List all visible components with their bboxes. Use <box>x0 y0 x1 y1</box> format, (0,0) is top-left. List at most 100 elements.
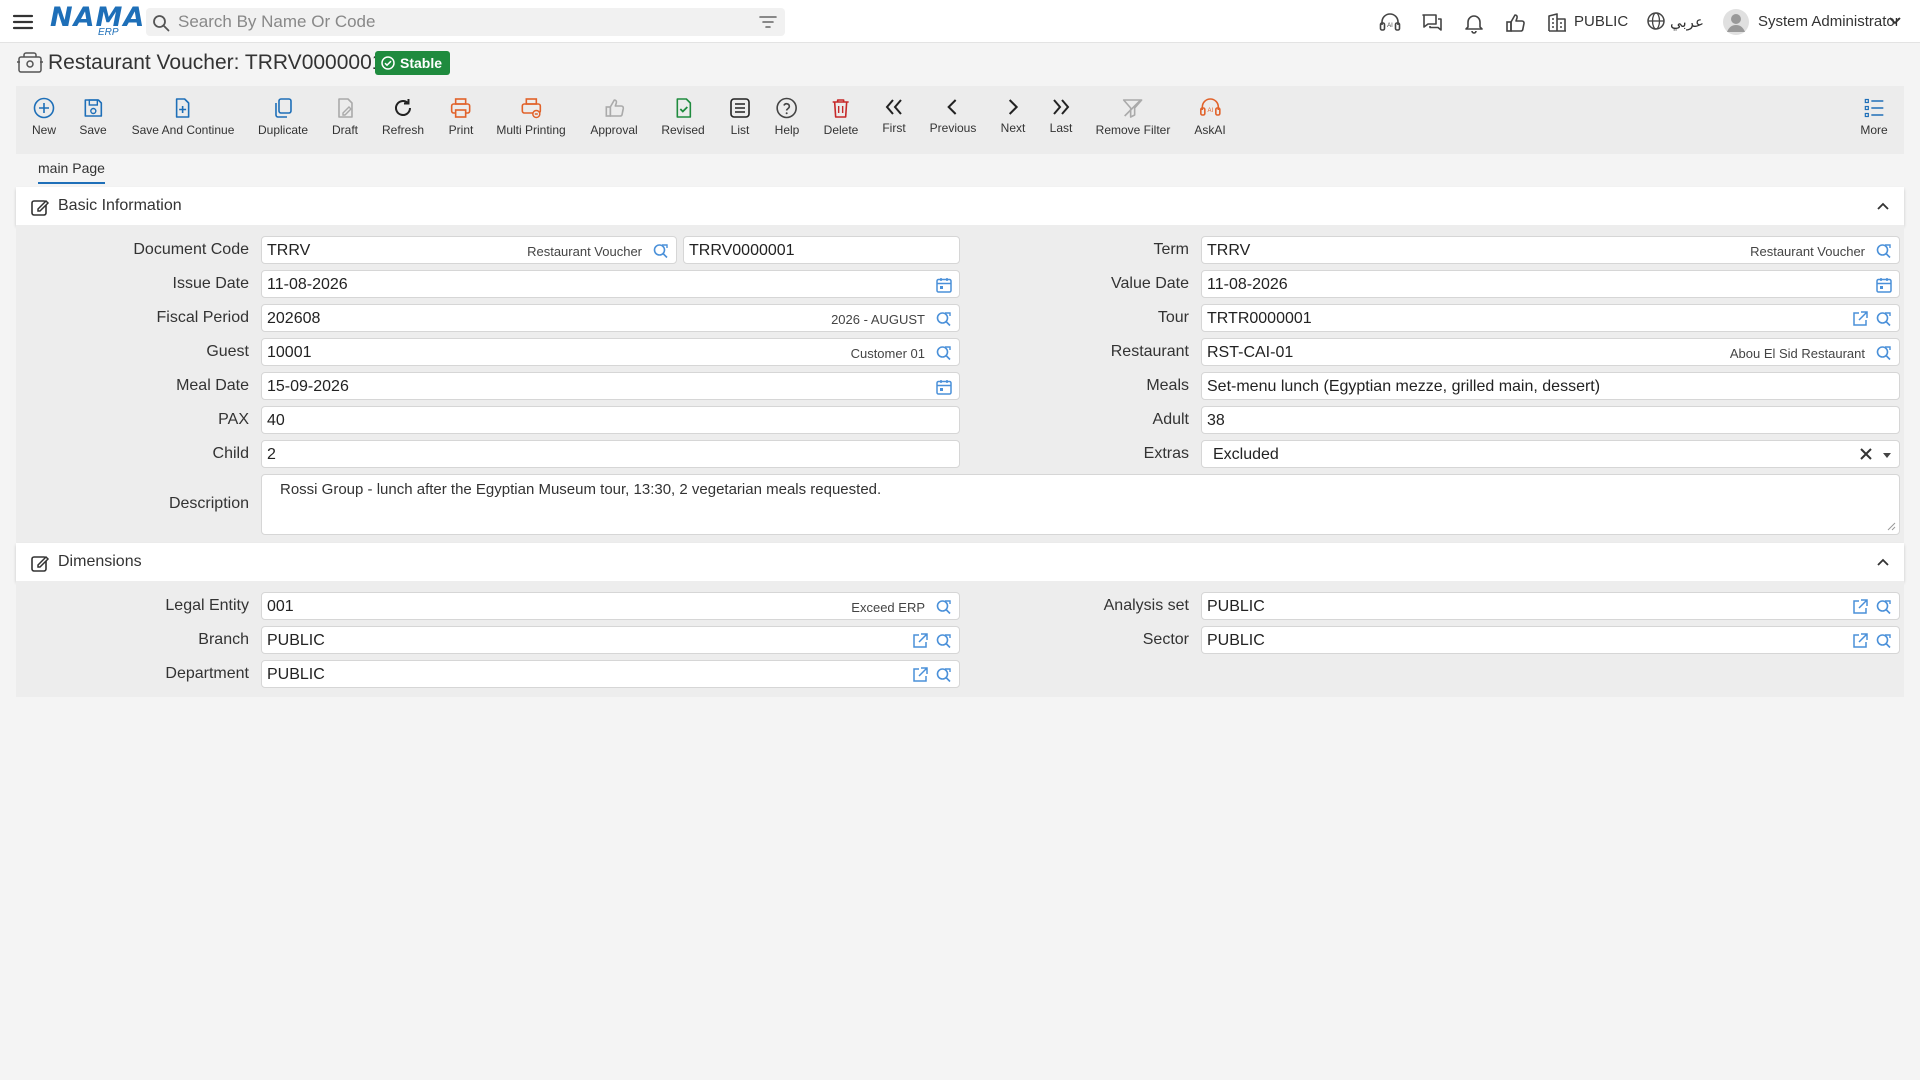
basic-information-header[interactable]: Basic Information <box>16 187 1904 225</box>
lookup-search-icon[interactable] <box>935 666 953 684</box>
lookup-search-icon[interactable] <box>935 632 953 650</box>
next-button[interactable]: Next <box>1001 96 1025 135</box>
filter-icon[interactable] <box>759 14 777 30</box>
previous-button[interactable]: Previous <box>930 96 976 135</box>
revised-label: Revised <box>661 123 705 137</box>
lookup-search-icon[interactable] <box>652 242 670 260</box>
duplicate-button[interactable]: Duplicate <box>258 96 308 137</box>
approval-button[interactable]: Approval <box>590 96 638 137</box>
lookup-search-icon[interactable] <box>935 344 953 362</box>
open-external-icon[interactable] <box>1851 598 1869 616</box>
revised-button[interactable]: Revised <box>661 96 705 137</box>
extras-select[interactable]: Excluded <box>1201 440 1900 468</box>
list-button[interactable]: List <box>728 96 752 137</box>
lookup-search-icon[interactable] <box>1875 632 1893 650</box>
first-button[interactable]: First <box>882 96 906 135</box>
delete-button[interactable]: Delete <box>824 96 858 137</box>
term-field[interactable]: TRRV Restaurant Voucher <box>1201 236 1900 264</box>
logo[interactable]: NAMA ERP <box>50 4 144 39</box>
ai-headset-icon: AI <box>1199 98 1221 116</box>
pax-label: PAX <box>218 411 249 428</box>
guest-field[interactable]: 10001 Customer 01 <box>261 338 960 366</box>
branch-field[interactable]: PUBLIC <box>261 626 960 654</box>
meal-date-value: 15-09-2026 <box>267 378 349 395</box>
help-button[interactable]: Help <box>775 96 799 137</box>
fiscal-period-field[interactable]: 202608 2026 - AUGUST <box>261 304 960 332</box>
chat-icon[interactable] <box>1420 11 1444 35</box>
last-button[interactable]: Last <box>1049 96 1073 135</box>
open-external-icon[interactable] <box>911 666 929 684</box>
child-field[interactable]: 2 <box>261 440 960 468</box>
description-textarea[interactable]: Rossi Group - lunch after the Egyptian M… <box>261 474 1900 535</box>
pax-field[interactable]: 40 <box>261 406 960 434</box>
ai-assistant-icon[interactable]: AI <box>1378 11 1402 35</box>
resize-handle-icon[interactable] <box>1886 521 1896 531</box>
guest-desc: Customer 01 <box>850 346 925 361</box>
company-label[interactable]: PUBLIC <box>1574 13 1628 30</box>
remove-filter-label: Remove Filter <box>1095 123 1171 137</box>
lookup-search-icon[interactable] <box>1875 598 1893 616</box>
search-icon[interactable] <box>152 14 170 32</box>
adult-field[interactable]: 38 <box>1201 406 1900 434</box>
search-input[interactable] <box>178 8 738 36</box>
help-icon <box>776 97 798 119</box>
avatar[interactable] <box>1722 8 1750 36</box>
menu-icon[interactable] <box>12 11 34 33</box>
more-button[interactable]: More <box>1860 96 1888 137</box>
department-field[interactable]: PUBLIC <box>261 660 960 688</box>
new-button[interactable]: New <box>32 96 56 137</box>
branch-label: Branch <box>198 631 249 648</box>
open-external-icon[interactable] <box>911 632 929 650</box>
revised-check-icon <box>676 98 691 118</box>
lookup-search-icon[interactable] <box>935 598 953 616</box>
lookup-search-icon[interactable] <box>1875 242 1893 260</box>
chevron-up-icon[interactable] <box>1876 199 1890 213</box>
user-name[interactable]: System Administrator <box>1758 13 1900 30</box>
meals-field[interactable]: Set-menu lunch (Egyptian mezze, grilled … <box>1201 372 1900 400</box>
save-and-continue-button[interactable]: Save And Continue <box>132 96 234 137</box>
document-code-field[interactable]: TRRV Restaurant Voucher <box>261 236 677 264</box>
thumbs-up-icon <box>605 99 624 117</box>
notification-bell-icon[interactable] <box>1462 11 1486 35</box>
caret-down-icon[interactable] <box>1881 449 1893 461</box>
legal-entity-field[interactable]: 001 Exceed ERP <box>261 592 960 620</box>
plus-circle-icon <box>33 97 55 119</box>
tab-main-page[interactable]: main Page <box>38 160 105 184</box>
open-external-icon[interactable] <box>1851 632 1869 650</box>
dimensions-header[interactable]: Dimensions <box>16 543 1904 581</box>
clear-icon[interactable] <box>1859 447 1873 461</box>
chevron-down-icon[interactable] <box>1888 13 1912 37</box>
tour-field[interactable]: TRTR0000001 <box>1201 304 1900 332</box>
refresh-button[interactable]: Refresh <box>382 96 424 137</box>
print-button[interactable]: Print <box>449 96 473 137</box>
meal-date-field[interactable]: 15-09-2026 <box>261 372 960 400</box>
globe-icon[interactable] <box>1646 11 1670 35</box>
issue-date-field[interactable]: 11-08-2026 <box>261 270 960 298</box>
askai-button[interactable]: AI AskAI <box>1194 96 1226 137</box>
svg-text:AI: AI <box>1207 108 1213 114</box>
lookup-search-icon[interactable] <box>935 310 953 328</box>
description-label: Description <box>168 495 249 512</box>
sector-field[interactable]: PUBLIC <box>1201 626 1900 654</box>
remove-filter-button[interactable]: Remove Filter <box>1095 96 1171 137</box>
analysis-set-field[interactable]: PUBLIC <box>1201 592 1900 620</box>
open-external-icon[interactable] <box>1851 310 1869 328</box>
value-date-field[interactable]: 11-08-2026 <box>1201 270 1900 298</box>
term-value: TRRV <box>1207 242 1251 259</box>
calendar-icon[interactable] <box>935 378 953 396</box>
more-list-icon <box>1864 98 1883 118</box>
calendar-icon[interactable] <box>935 276 953 294</box>
save-button[interactable]: Save <box>79 96 107 137</box>
lookup-search-icon[interactable] <box>1875 310 1893 328</box>
chevron-right-icon <box>1009 99 1019 115</box>
draft-button[interactable]: Draft <box>332 96 358 137</box>
company-building-icon[interactable] <box>1546 11 1570 35</box>
chevron-up-icon[interactable] <box>1876 555 1890 569</box>
multi-printing-button[interactable]: Multi Printing <box>496 96 566 137</box>
restaurant-field[interactable]: RST-CAI-01 Abou El Sid Restaurant <box>1201 338 1900 366</box>
calendar-icon[interactable] <box>1875 276 1893 294</box>
document-number-field[interactable]: TRRV0000001 <box>683 236 960 264</box>
lookup-search-icon[interactable] <box>1875 344 1893 362</box>
language-switch[interactable]: عربي <box>1670 13 1704 31</box>
thumbs-up-icon[interactable] <box>1504 11 1528 35</box>
